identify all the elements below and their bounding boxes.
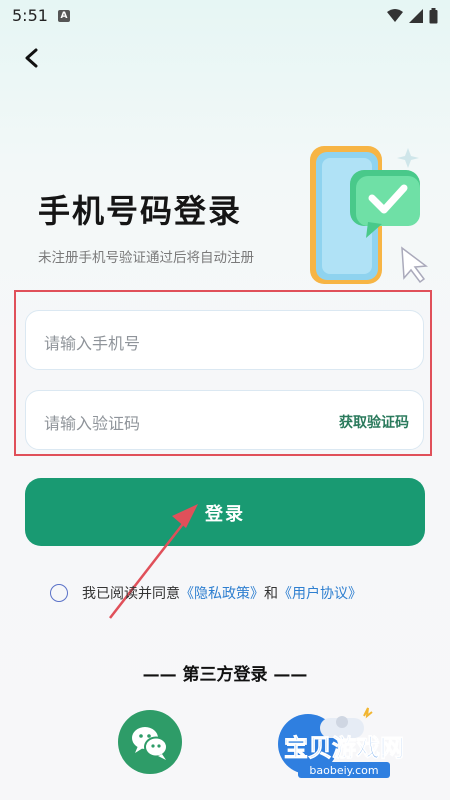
agreement-prefix: 我已阅读并同意 (82, 586, 180, 602)
wechat-icon (132, 727, 168, 760)
back-button[interactable] (18, 44, 46, 72)
agreement-row: 我已阅读并同意 《隐私政策》 和 《用户协议》 (50, 583, 362, 603)
user-agreement-link[interactable]: 《用户协议》 (278, 583, 362, 603)
page-title: 手机号码登录 (38, 192, 243, 230)
phone-input-placeholder: 请输入手机号 (44, 334, 141, 353)
status-time: 5:51 (12, 6, 48, 25)
signal-icon (409, 9, 423, 23)
watermark-text: 宝贝游戏网 (284, 734, 404, 762)
site-watermark-logo: 宝贝游戏网 baobeiy.com (278, 707, 404, 778)
agreement-and: 和 (264, 586, 278, 602)
get-code-button[interactable]: 获取验证码 (339, 412, 409, 432)
code-input[interactable]: 请输入验证码 获取验证码 (25, 390, 424, 450)
page-subtitle: 未注册手机号验证通过后将自动注册 (38, 250, 254, 266)
agreement-radio[interactable] (50, 584, 68, 602)
phone-input[interactable]: 请输入手机号 (25, 310, 424, 370)
code-input-placeholder: 请输入验证码 (44, 414, 141, 433)
status-indicators (387, 8, 438, 24)
status-bar: 5:51 A (0, 0, 450, 32)
wifi-icon (387, 9, 403, 22)
back-chevron-icon (25, 48, 38, 68)
watermark-url: baobeiy.com (309, 764, 378, 777)
battery-icon (429, 8, 438, 24)
app-notification-icon: A (58, 10, 70, 22)
login-button-label: 登录 (205, 504, 245, 525)
phone-check-illustration (310, 146, 429, 284)
login-button[interactable]: 登录 (25, 478, 425, 546)
wechat-login-button[interactable] (118, 710, 182, 774)
privacy-policy-link[interactable]: 《隐私政策》 (180, 583, 264, 603)
third-party-login-title: —— 第三方登录 —— (142, 665, 308, 685)
